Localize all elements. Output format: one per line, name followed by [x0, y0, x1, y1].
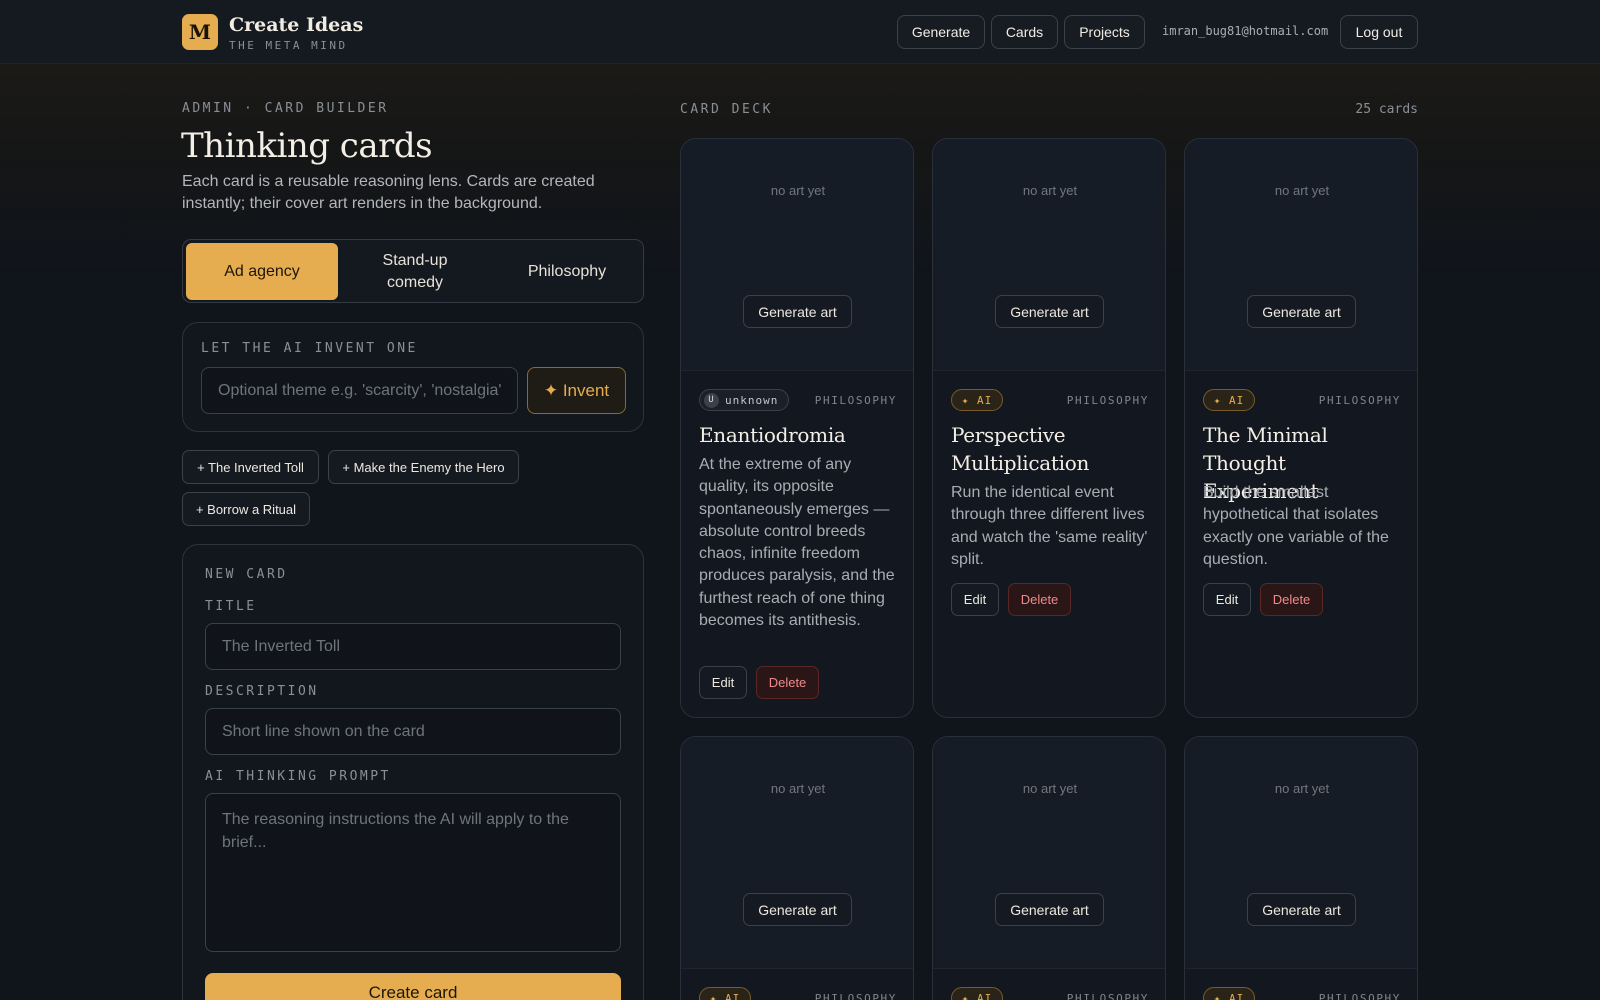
generate-art-button[interactable]: Generate art	[743, 893, 852, 926]
card-enantiodromia[interactable]: no art yet Generate art U unknown PHILOS…	[680, 138, 914, 718]
logout-button[interactable]: Log out	[1340, 15, 1418, 49]
page-description: Each card is a reusable reasoning lens. …	[182, 173, 595, 212]
delete-button[interactable]: Delete	[1260, 583, 1323, 616]
card-category: PHILOSOPHY	[814, 992, 897, 1000]
generate-art-button[interactable]: Generate art	[743, 295, 852, 328]
card-perspective-multiplication[interactable]: no art yet Generate art ✦ AI PHILOSOPHY …	[932, 138, 1166, 718]
segment-stand-up-comedy[interactable]: Stand-up comedy	[339, 243, 491, 300]
card-row2-3[interactable]: no art yet Generate art ✦ AI PHILOSOPHY	[1184, 736, 1418, 1000]
prompt-field-label: AI THINKING PROMPT	[205, 769, 391, 784]
card-art-placeholder: no art yet Generate art	[681, 139, 913, 371]
theme-input[interactable]	[201, 367, 518, 414]
no-art-text: no art yet	[1022, 781, 1078, 796]
no-art-text: no art yet	[1274, 183, 1330, 198]
source-badge-unknown: U unknown	[699, 389, 789, 411]
logo-icon[interactable]: M	[182, 14, 218, 50]
suggestion-chip-borrow-ritual[interactable]: + Borrow a Ritual	[182, 492, 310, 526]
brand-title: Create Ideas	[229, 14, 364, 36]
card-row2-2[interactable]: no art yet Generate art ✦ AI PHILOSOPHY	[932, 736, 1166, 1000]
generate-art-button[interactable]: Generate art	[995, 295, 1104, 328]
title-field-label: TITLE	[205, 599, 257, 614]
deck-count: 25 cards	[1355, 102, 1418, 117]
card-description: Run the identical event through three di…	[951, 484, 1148, 568]
card-minimal-thought-experiment[interactable]: no art yet Generate art ✦ AI PHILOSOPHY …	[1184, 138, 1418, 718]
card-art-placeholder: no art yet Generate art	[933, 139, 1165, 371]
new-card-label: NEW CARD	[205, 567, 288, 582]
create-card-button[interactable]: Create card	[205, 973, 621, 1000]
card-category: PHILOSOPHY	[814, 394, 897, 407]
card-category: PHILOSOPHY	[1066, 394, 1149, 407]
source-badge-ai: ✦ AI	[1203, 389, 1255, 411]
segment-philosophy[interactable]: Philosophy	[491, 243, 643, 300]
badge-label: unknown	[725, 393, 779, 407]
generate-art-button[interactable]: Generate art	[1247, 295, 1356, 328]
segment-ad-agency[interactable]: Ad agency	[186, 243, 338, 300]
page-title: Thinking cards	[181, 126, 433, 166]
generate-art-button[interactable]: Generate art	[995, 893, 1104, 926]
description-input[interactable]	[205, 708, 621, 755]
brand-subtitle: THE META MIND	[229, 39, 348, 52]
user-email: imran_bug81@hotmail.com	[1162, 24, 1329, 38]
source-badge-ai: ✦ AI	[699, 987, 751, 1000]
card-art-placeholder: no art yet Generate art	[1185, 139, 1417, 371]
unknown-icon: U	[704, 392, 719, 408]
invent-label: LET THE AI INVENT ONE	[201, 341, 418, 356]
edit-button[interactable]: Edit	[1203, 583, 1251, 616]
card-title: Enantiodromia	[699, 423, 846, 447]
title-input[interactable]	[205, 623, 621, 670]
description-field-label: DESCRIPTION	[205, 684, 319, 699]
suggestion-chip-inverted-toll[interactable]: + The Inverted Toll	[182, 450, 319, 484]
nav-projects-button[interactable]: Projects	[1064, 15, 1145, 49]
builder-eyebrow: ADMIN · CARD BUILDER	[182, 101, 389, 116]
card-description: Build the smallest hypothetical that iso…	[1203, 484, 1389, 568]
nav-cards-button[interactable]: Cards	[991, 15, 1058, 49]
source-badge-ai: ✦ AI	[951, 389, 1003, 411]
no-art-text: no art yet	[1022, 183, 1078, 198]
no-art-text: no art yet	[770, 781, 826, 796]
edit-button[interactable]: Edit	[951, 583, 999, 616]
card-category: PHILOSOPHY	[1318, 992, 1401, 1000]
card-category: PHILOSOPHY	[1318, 394, 1401, 407]
suggestion-chip-enemy-hero[interactable]: + Make the Enemy the Hero	[328, 450, 519, 484]
card-art-placeholder: no art yet Generate art	[1185, 737, 1417, 969]
source-badge-ai: ✦ AI	[951, 987, 1003, 1000]
card-art-placeholder: no art yet Generate art	[681, 737, 913, 969]
delete-button[interactable]: Delete	[1008, 583, 1071, 616]
delete-button[interactable]: Delete	[756, 666, 819, 699]
card-art-placeholder: no art yet Generate art	[933, 737, 1165, 969]
ai-prompt-textarea[interactable]	[205, 793, 621, 952]
context-segmented-control: Ad agency Stand-up comedy Philosophy	[182, 239, 644, 303]
nav-generate-button[interactable]: Generate	[897, 15, 985, 49]
source-badge-ai: ✦ AI	[1203, 987, 1255, 1000]
card-title: Perspective Multiplication	[951, 423, 1090, 475]
invent-button[interactable]: ✦ Invent	[527, 367, 626, 414]
deck-label: CARD DECK	[680, 102, 773, 117]
card-category: PHILOSOPHY	[1066, 992, 1149, 1000]
generate-art-button[interactable]: Generate art	[1247, 893, 1356, 926]
no-art-text: no art yet	[1274, 781, 1330, 796]
no-art-text: no art yet	[770, 183, 826, 198]
edit-button[interactable]: Edit	[699, 666, 747, 699]
card-row2-1[interactable]: no art yet Generate art ✦ AI PHILOSOPHY	[680, 736, 914, 1000]
card-description: At the extreme of any quality, its oppos…	[699, 456, 895, 630]
